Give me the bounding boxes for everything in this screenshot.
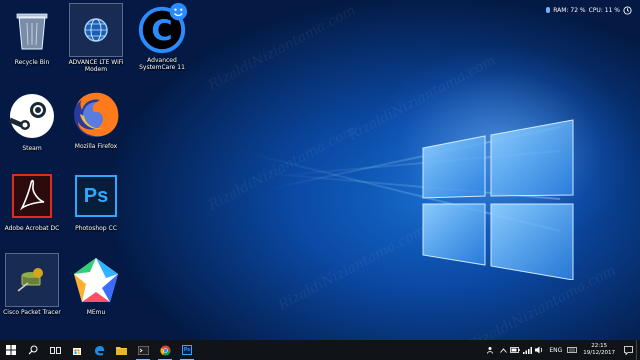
desktop-icon-label: Mozilla Firefox bbox=[74, 143, 118, 150]
language-indicator[interactable]: ENG bbox=[545, 347, 566, 354]
chrome-button[interactable] bbox=[154, 340, 176, 360]
ram-usage: RAM: 72 % bbox=[553, 6, 586, 14]
clock-date: 19/12/2017 bbox=[583, 350, 615, 356]
recycle-bin-icon bbox=[6, 4, 58, 56]
firefox-icon bbox=[70, 88, 122, 140]
photoshop-icon: Ps bbox=[70, 170, 122, 222]
keyboard-icon[interactable] bbox=[566, 347, 578, 353]
mic-icon bbox=[546, 7, 551, 13]
desktop-icon-label: ADVANCE LTE WiFi Modem bbox=[68, 59, 124, 73]
desktop-icon-label: Advanced SystemCare 11 bbox=[139, 57, 185, 71]
windows-logo bbox=[422, 119, 574, 280]
desktop-icon-label: Photoshop CC bbox=[75, 225, 117, 232]
network-icon[interactable] bbox=[521, 346, 533, 354]
taskbar: Ps ENG 22:15 19/12/2017 bbox=[0, 340, 640, 360]
modem-globe-icon bbox=[69, 3, 123, 57]
desktop-icon-label: Cisco Packet Tracer bbox=[3, 309, 61, 316]
edge-icon bbox=[94, 345, 104, 356]
taskbar-clock[interactable]: 22:15 19/12/2017 bbox=[578, 343, 620, 357]
cpu-usage: CPU: 11 % bbox=[588, 6, 620, 14]
system-tray: ENG 22:15 19/12/2017 bbox=[485, 340, 640, 360]
file-explorer-icon bbox=[115, 346, 127, 355]
action-center-button[interactable] bbox=[620, 345, 636, 355]
advanced-systemcare-icon: C bbox=[136, 2, 188, 54]
desktop-icon-label: Recycle Bin bbox=[14, 59, 50, 66]
watermark: RizaldiNiziantama.com bbox=[205, 2, 359, 94]
photoshop-glyph: Ps bbox=[75, 175, 117, 217]
desktop-icon-acrobat[interactable]: Adobe Acrobat DC bbox=[0, 170, 64, 232]
watermark: RizaldiNiziantama.com bbox=[205, 122, 359, 214]
file-explorer-button[interactable] bbox=[110, 340, 132, 360]
desktop-icon-label: Steam bbox=[22, 145, 42, 152]
store-button[interactable] bbox=[66, 340, 88, 360]
desktop-icon-lte-modem[interactable]: ADVANCE LTE WiFi Modem bbox=[64, 3, 128, 73]
packet-tracer-icon bbox=[5, 253, 59, 307]
chevron-up-icon[interactable] bbox=[497, 347, 509, 353]
memu-icon bbox=[70, 254, 122, 306]
start-button[interactable] bbox=[0, 340, 22, 360]
battery-icon[interactable] bbox=[509, 347, 521, 353]
desktop-icon-steam[interactable]: Steam bbox=[0, 90, 64, 152]
svg-text:C: C bbox=[151, 14, 172, 48]
clock-icon bbox=[623, 5, 632, 15]
desktop-icon-packet-tracer[interactable]: Cisco Packet Tracer bbox=[0, 253, 64, 316]
show-desktop-button[interactable] bbox=[636, 340, 640, 360]
photoshop-icon: Ps bbox=[182, 345, 192, 355]
desktop-icon-photoshop[interactable]: Ps Photoshop CC bbox=[64, 170, 128, 232]
desktop-icon-label: Adobe Acrobat DC bbox=[4, 225, 60, 232]
search-button[interactable] bbox=[22, 340, 44, 360]
cmd-icon bbox=[137, 345, 149, 355]
task-view-button[interactable] bbox=[44, 340, 66, 360]
task-view-icon bbox=[49, 346, 61, 354]
desktop-icon-label: MEmu bbox=[86, 309, 106, 316]
steam-icon bbox=[6, 90, 58, 142]
system-monitor-widget: RAM: 72 % CPU: 11 % bbox=[546, 5, 632, 15]
acrobat-icon bbox=[6, 170, 58, 222]
desktop-icon-recycle-bin[interactable]: Recycle Bin bbox=[0, 4, 64, 66]
start-icon bbox=[6, 345, 16, 355]
cmd-button[interactable] bbox=[132, 340, 154, 360]
desktop-icon-advanced-systemcare[interactable]: C Advanced SystemCare 11 bbox=[130, 2, 194, 71]
clock-time: 22:15 bbox=[591, 343, 608, 349]
desktop-icon-firefox[interactable]: Mozilla Firefox bbox=[64, 88, 128, 150]
chrome-icon bbox=[159, 344, 171, 356]
store-icon bbox=[73, 348, 81, 355]
desktop-icon-memu[interactable]: MEmu bbox=[64, 254, 128, 316]
volume-icon[interactable] bbox=[533, 346, 545, 354]
edge-button[interactable] bbox=[88, 340, 110, 360]
search-icon bbox=[28, 345, 38, 355]
notification-icon bbox=[623, 345, 633, 355]
people-icon[interactable] bbox=[485, 346, 497, 354]
photoshop-taskbar-button[interactable]: Ps bbox=[176, 340, 198, 360]
